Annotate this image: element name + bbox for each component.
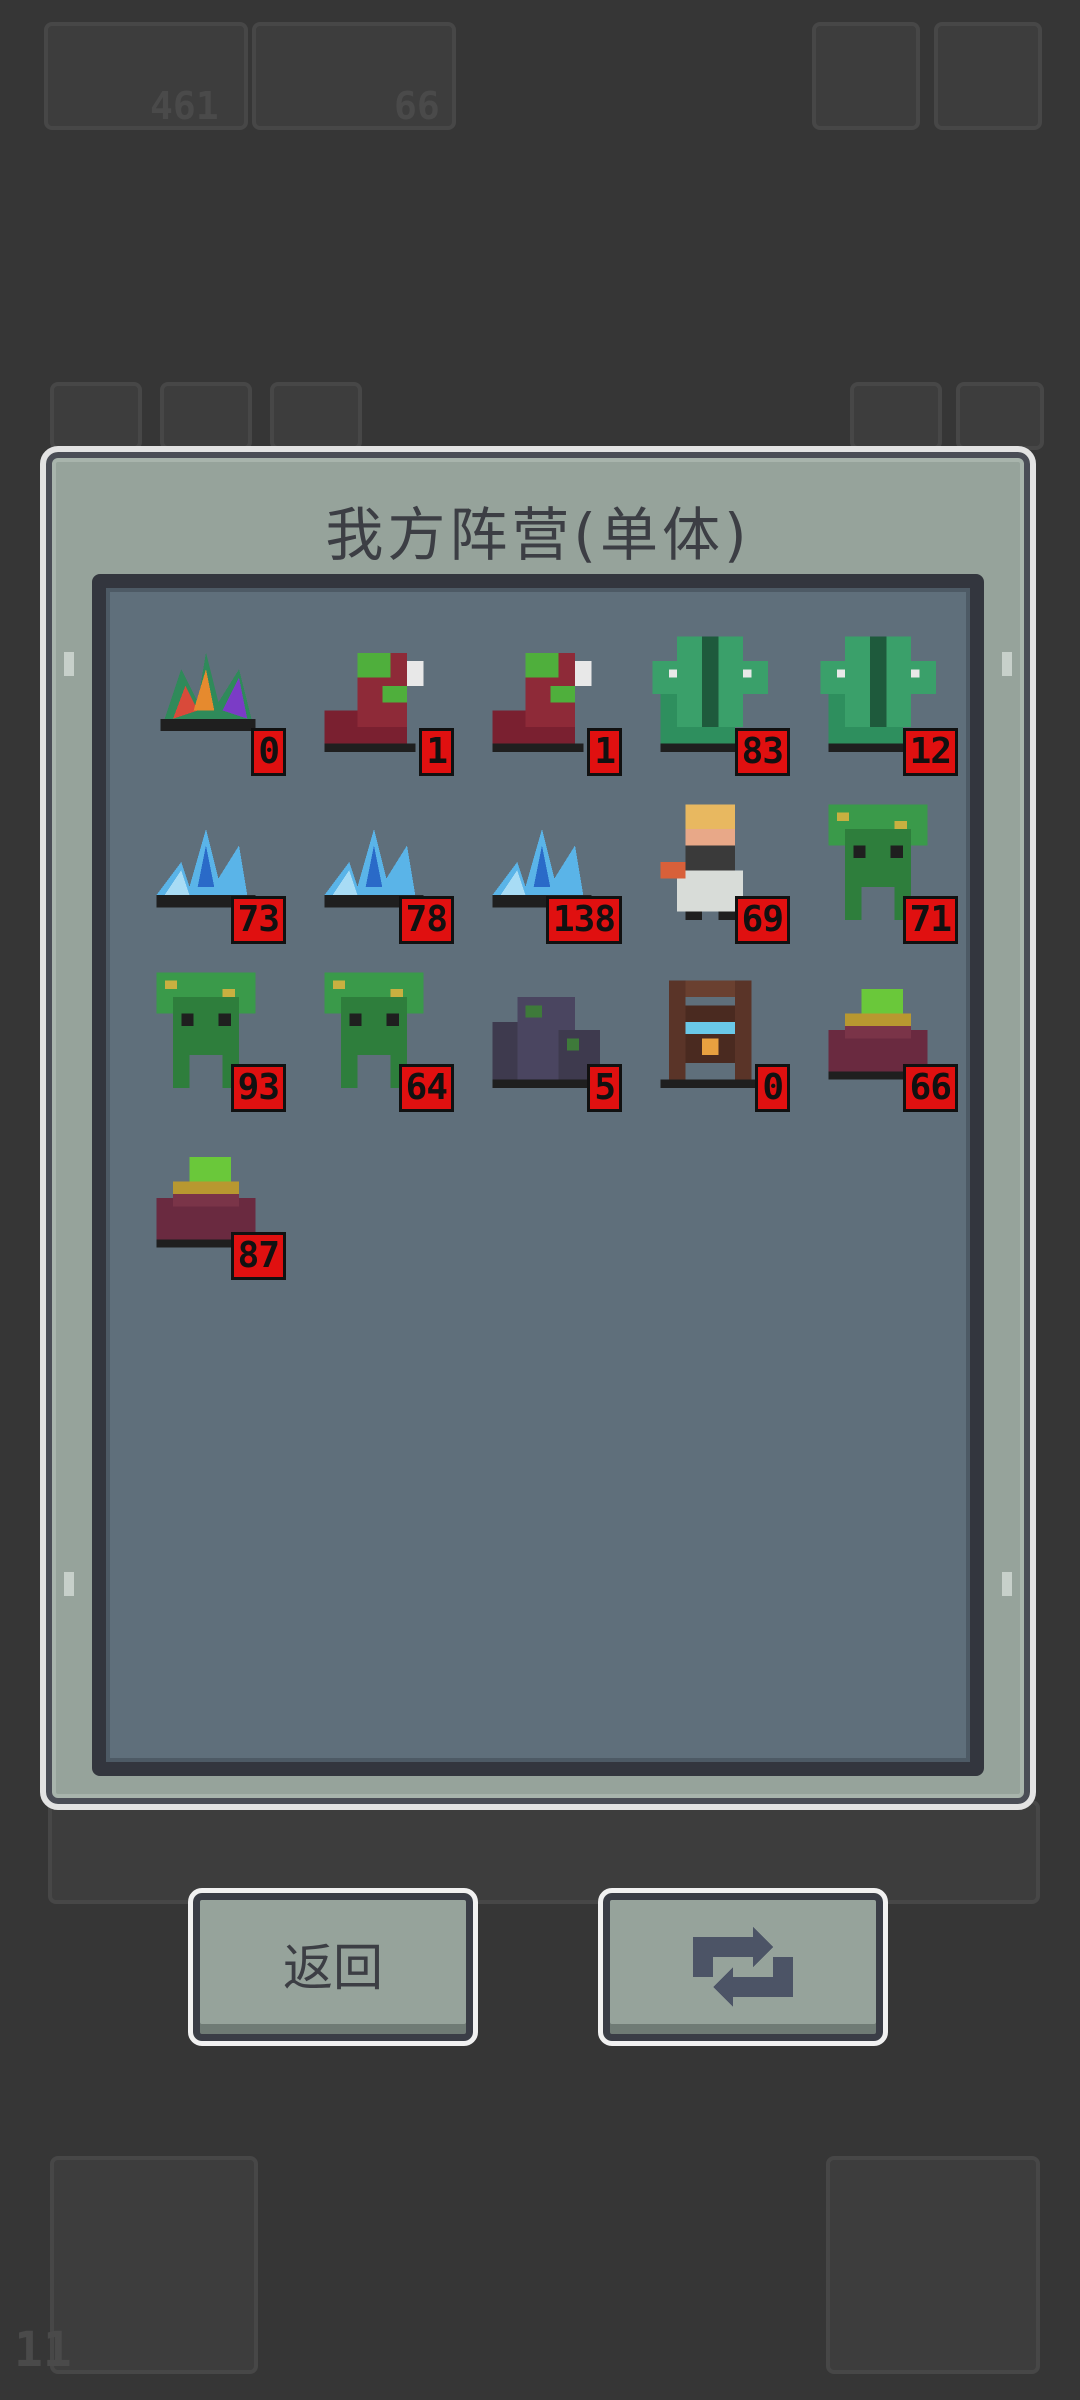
unit-count: 73 bbox=[230, 896, 286, 944]
team-panel: 我方阵营(单体) 0 1 1 83 12 73 78 138 69 71 93 … bbox=[40, 446, 1036, 1810]
unit-slot[interactable]: 78 bbox=[294, 786, 462, 954]
level-indicator: 11 bbox=[14, 2322, 72, 2378]
unit-count: 71 bbox=[902, 896, 958, 944]
hud-slot-5 bbox=[956, 382, 1044, 450]
unit-count: 87 bbox=[230, 1232, 286, 1280]
unit-count: 12 bbox=[902, 728, 958, 776]
unit-slot[interactable]: 1 bbox=[294, 618, 462, 786]
hud-button-right-1 bbox=[812, 22, 920, 130]
back-button[interactable]: 返回 bbox=[188, 1888, 478, 2046]
unit-slot[interactable]: 93 bbox=[126, 954, 294, 1122]
back-button-label: 返回 bbox=[283, 1939, 383, 1997]
unit-slot[interactable]: 69 bbox=[630, 786, 798, 954]
unit-count: 93 bbox=[230, 1064, 286, 1112]
panel-title: 我方阵营(单体) bbox=[325, 501, 751, 569]
bottom-left-button bbox=[50, 2156, 258, 2374]
unit-slot[interactable]: 1 bbox=[462, 618, 630, 786]
unit-slot[interactable]: 0 bbox=[126, 618, 294, 786]
unit-count: 69 bbox=[734, 896, 790, 944]
unit-count: 78 bbox=[398, 896, 454, 944]
hud-button-right-2 bbox=[934, 22, 1042, 130]
unit-count: 138 bbox=[545, 896, 622, 944]
hud-resource-value-2: 66 bbox=[394, 84, 440, 128]
unit-count: 83 bbox=[734, 728, 790, 776]
hud-slot-1 bbox=[50, 382, 142, 450]
unit-slot[interactable]: 5 bbox=[462, 954, 630, 1122]
unit-count: 1 bbox=[587, 728, 622, 776]
unit-count: 0 bbox=[755, 1064, 790, 1112]
hud-slot-4 bbox=[850, 382, 942, 450]
hud-slot-2 bbox=[160, 382, 252, 450]
unit-count: 1 bbox=[419, 728, 454, 776]
unit-count: 66 bbox=[902, 1064, 958, 1112]
unit-slot[interactable]: 87 bbox=[126, 1122, 294, 1290]
unit-list-area: 0 1 1 83 12 73 78 138 69 71 93 64 5 0 66… bbox=[92, 574, 984, 1776]
unit-slot[interactable]: 138 bbox=[462, 786, 630, 954]
unit-slot[interactable]: 64 bbox=[294, 954, 462, 1122]
unit-count: 0 bbox=[251, 728, 286, 776]
unit-count: 64 bbox=[398, 1064, 454, 1112]
unit-count: 5 bbox=[587, 1064, 622, 1112]
panel-rivet bbox=[1002, 652, 1012, 676]
panel-rivet bbox=[64, 652, 74, 676]
unit-grid: 0 1 1 83 12 73 78 138 69 71 93 64 5 0 66… bbox=[126, 618, 966, 1290]
panel-rivet bbox=[1002, 1572, 1012, 1596]
unit-slot[interactable]: 12 bbox=[798, 618, 966, 786]
unit-slot[interactable]: 0 bbox=[630, 954, 798, 1122]
hud-slot-3 bbox=[270, 382, 362, 450]
refresh-icon bbox=[693, 1927, 793, 2007]
panel-rivet bbox=[64, 1572, 74, 1596]
bottom-right-button bbox=[826, 2156, 1040, 2374]
refresh-button[interactable] bbox=[598, 1888, 888, 2046]
unit-slot[interactable]: 83 bbox=[630, 618, 798, 786]
hud-resource-value-1: 461 bbox=[150, 84, 219, 128]
unit-slot[interactable]: 73 bbox=[126, 786, 294, 954]
unit-slot[interactable]: 66 bbox=[798, 954, 966, 1122]
unit-slot[interactable]: 71 bbox=[798, 786, 966, 954]
